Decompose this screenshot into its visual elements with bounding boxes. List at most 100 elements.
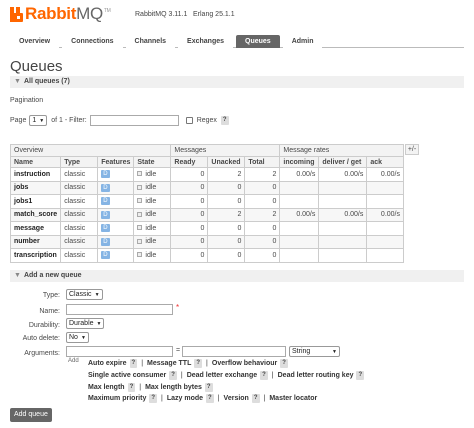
help-icon[interactable]: ? <box>149 394 158 403</box>
col-type[interactable]: Type <box>60 156 99 168</box>
page-select[interactable]: 1 ▼ <box>29 115 48 126</box>
messages-ready: 0 <box>170 207 209 222</box>
arg-version[interactable]: Version? <box>224 394 260 403</box>
group-header-overview: Overview <box>9 144 172 157</box>
rate-ack <box>366 194 404 209</box>
col-name[interactable]: Name <box>9 156 62 168</box>
messages-ready: 0 <box>170 194 209 209</box>
queue-name-input[interactable] <box>66 304 173 315</box>
help-icon[interactable]: ? <box>280 359 288 368</box>
tab-exchanges[interactable]: Exchanges <box>178 35 234 48</box>
queue-type: classic <box>60 207 99 222</box>
queue-name-link[interactable]: jobs <box>9 180 62 195</box>
argument-value-input[interactable] <box>182 346 286 357</box>
argument-key-input[interactable] <box>66 346 173 357</box>
tab-channels[interactable]: Channels <box>125 35 176 48</box>
group-header-message-rates: Message rates <box>279 144 404 157</box>
col-features[interactable]: Features <box>97 156 135 168</box>
add-queue-button[interactable]: Add queue <box>10 408 52 422</box>
page-title: Queues <box>10 58 63 75</box>
rate-ack <box>366 248 404 263</box>
arg-auto-expire[interactable]: Auto expire? <box>88 359 138 368</box>
col-ready[interactable]: Ready <box>170 156 209 168</box>
queue-name-link[interactable]: instruction <box>9 167 62 182</box>
queue-features: D <box>97 167 135 182</box>
argument-type-select[interactable]: String ▼ <box>289 346 340 357</box>
help-icon[interactable]: ? <box>356 371 365 380</box>
help-icon[interactable]: ? <box>129 359 138 368</box>
argument-shortcuts-line-4: Maximum priority? | Lazy mode? | Version? |… <box>88 394 318 403</box>
queue-state: idle <box>133 180 172 195</box>
help-icon[interactable]: ? <box>251 394 260 403</box>
add-queue-label: Add a new queue <box>23 272 82 279</box>
arg-max-length[interactable]: Max length? <box>88 383 136 392</box>
arg-overflow-behaviour[interactable]: Overflow behaviour? <box>212 359 288 368</box>
durable-badge: D <box>101 197 110 206</box>
arg-maximum-priority[interactable]: Maximum priority? <box>88 394 158 403</box>
col-ack[interactable]: ack <box>366 156 404 168</box>
help-icon[interactable]: ? <box>204 383 213 392</box>
messages-ready: 0 <box>170 234 209 249</box>
arg-dead-letter-routing-key[interactable]: Dead letter routing key? <box>278 371 365 380</box>
rabbitmq-logo[interactable]: RabbitMQTM <box>10 4 111 24</box>
rate-incoming <box>279 234 320 249</box>
col-incoming[interactable]: incoming <box>279 156 320 168</box>
arg-single-active-consumer[interactable]: Single active consumer? <box>88 371 177 380</box>
help-icon[interactable]: ? <box>127 383 136 392</box>
all-queues-label: All queues (7) <box>23 78 70 85</box>
col-unacked[interactable]: Unacked <box>207 156 246 168</box>
tab-queues[interactable]: Queues <box>236 35 280 48</box>
col-total[interactable]: Total <box>244 156 281 168</box>
durable-badge: D <box>101 210 110 219</box>
help-icon[interactable]: ? <box>260 371 268 380</box>
arguments-label: Arguments: <box>24 350 60 357</box>
queue-features: D <box>97 234 135 249</box>
rate-deliver-get: 0.00/s <box>318 167 368 182</box>
queue-name-link[interactable]: match_score <box>9 207 62 222</box>
main-nav-tabs: Overview Connections Channels Exchanges … <box>10 35 464 48</box>
table-row: message classic Didle 0 0 0 <box>9 221 404 236</box>
durable-badge: D <box>101 224 110 233</box>
chevron-down-icon: ▼ <box>96 320 102 327</box>
help-icon[interactable]: ? <box>169 371 177 380</box>
arg-message-ttl[interactable]: Message TTL? <box>147 359 203 368</box>
auto-delete-label: Auto delete: <box>22 335 60 342</box>
arg-max-length-bytes[interactable]: Max length bytes? <box>145 383 213 392</box>
queue-features: D <box>97 221 135 236</box>
durable-badge: D <box>101 237 110 246</box>
queue-state: idle <box>133 194 172 209</box>
filter-input[interactable] <box>89 115 179 126</box>
tab-admin[interactable]: Admin <box>282 35 323 48</box>
messages-unacked: 2 <box>207 167 246 182</box>
erlang-version: Erlang 25.1.1 <box>193 11 235 18</box>
add-argument-link[interactable]: Add <box>68 358 79 364</box>
col-state[interactable]: State <box>133 156 172 168</box>
add-queue-section-toggle[interactable]: ▼ Add a new queue <box>10 270 464 282</box>
regex-label: Regex <box>196 117 217 124</box>
idle-state-icon <box>137 225 143 231</box>
auto-delete-select[interactable]: No ▼ <box>66 332 89 343</box>
idle-state-icon <box>137 211 143 217</box>
all-queues-section-toggle[interactable]: ▼ All queues (7) <box>10 76 464 88</box>
col-deliver-get[interactable]: deliver / get <box>318 156 368 168</box>
columns-toggle-button[interactable]: +/- <box>405 144 419 155</box>
rate-ack: 0.00/s <box>366 167 404 182</box>
arg-master-locator[interactable]: Master locator <box>269 395 317 402</box>
regex-checkbox[interactable] <box>185 117 193 124</box>
queue-name-link[interactable]: number <box>9 234 62 249</box>
queue-name-link[interactable]: message <box>9 221 62 236</box>
arg-dead-letter-exchange[interactable]: Dead letter exchange? <box>187 371 268 380</box>
arg-lazy-mode[interactable]: Lazy mode? <box>167 394 214 403</box>
regex-help-icon[interactable]: ? <box>220 116 229 125</box>
rate-incoming <box>279 180 320 195</box>
durability-select[interactable]: Durable ▼ <box>66 318 105 329</box>
queue-name-link[interactable]: jobs1 <box>9 194 62 209</box>
tab-connections[interactable]: Connections <box>62 35 123 48</box>
rate-incoming: 0.00/s <box>279 207 320 222</box>
help-icon[interactable]: ? <box>194 359 203 368</box>
help-icon[interactable]: ? <box>206 394 214 403</box>
queue-type: classic <box>60 180 99 195</box>
tab-overview[interactable]: Overview <box>10 35 60 48</box>
queue-name-link[interactable]: transcription <box>9 248 62 263</box>
queue-type-select[interactable]: Classic ▼ <box>66 289 103 300</box>
